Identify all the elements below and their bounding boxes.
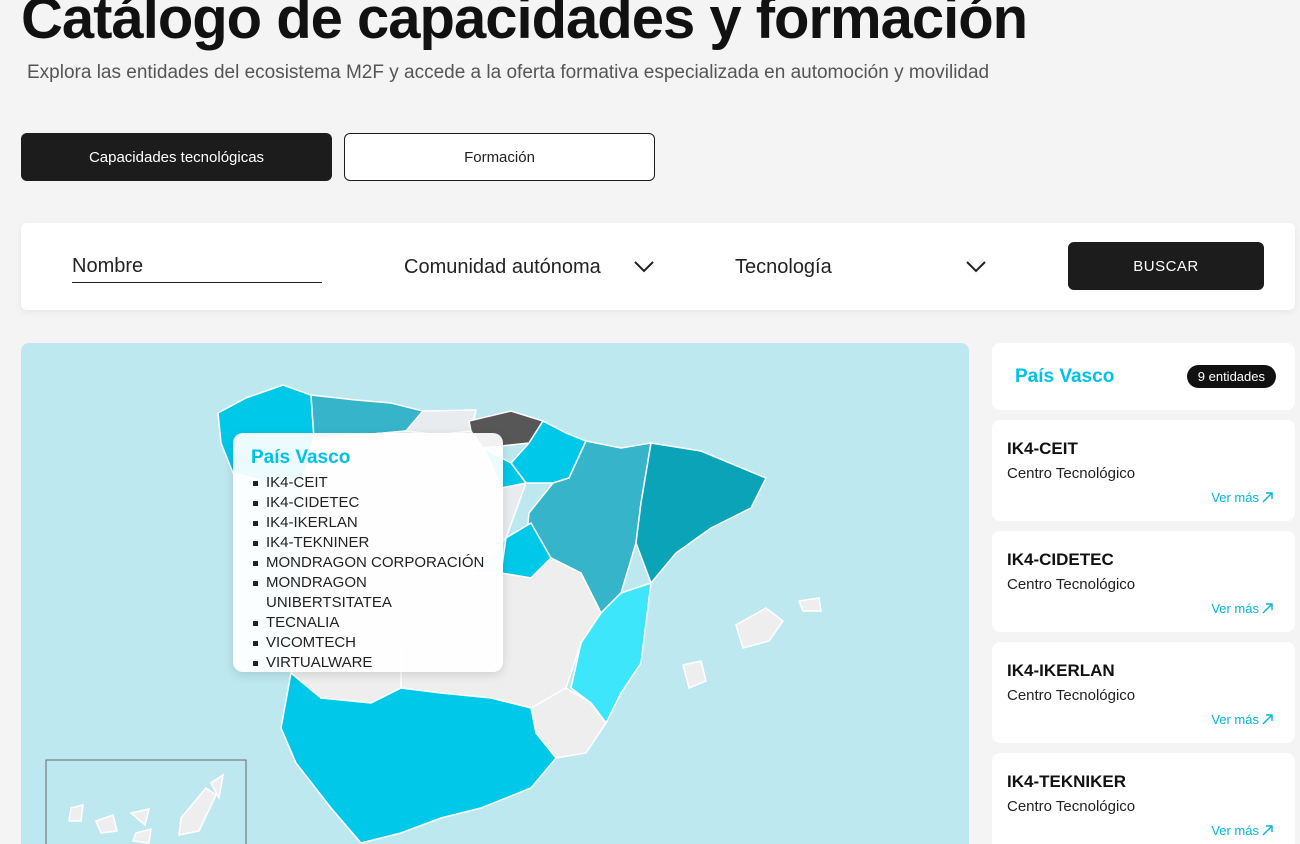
entity-count-badge: 9 entidades	[1186, 365, 1276, 388]
entity-card: IK4-IKERLAN Centro Tecnológico Ver más	[992, 642, 1295, 743]
tech-select[interactable]: Tecnología	[735, 249, 986, 285]
tooltip-item: IK4-CIDETEC	[251, 493, 485, 513]
entity-type: Centro Tecnológico	[1007, 576, 1136, 593]
arrow-up-right-icon	[1262, 492, 1273, 503]
entity-type: Centro Tecnológico	[1007, 687, 1136, 704]
entity-type: Centro Tecnológico	[1007, 465, 1136, 482]
region-baleares-ibiza[interactable]	[682, 660, 707, 690]
page-title: Catálogo de capacidades y formación	[21, 0, 1028, 51]
entity-card: IK4-CEIT Centro Tecnológico Ver más	[992, 420, 1295, 521]
entity-name: IK4-TEKNIKER	[1007, 772, 1127, 791]
tooltip-item: IK4-CEIT	[251, 473, 485, 493]
tooltip-item: VIRTUALWARE	[251, 653, 485, 673]
tooltip-item: IK4-TEKNINER	[251, 533, 485, 553]
entity-type: Centro Tecnológico	[1007, 798, 1136, 815]
spain-map: País Vasco IK4-CEIT IK4-CIDETEC IK4-IKER…	[21, 343, 969, 844]
tooltip-item: IK4-IKERLAN	[251, 513, 485, 533]
ver-mas-link[interactable]: Ver más	[1211, 601, 1273, 616]
entity-name: IK4-IKERLAN	[1007, 661, 1115, 680]
ccaa-select[interactable]: Comunidad autónoma	[404, 249, 654, 285]
ver-mas-label: Ver más	[1211, 712, 1259, 727]
page-subtitle: Explora las entidades del ecosistema M2F…	[27, 62, 990, 83]
sidebar-header: País Vasco 9 entidades	[992, 343, 1295, 410]
tab-capacidades[interactable]: Capacidades tecnológicas	[21, 133, 332, 181]
entity-name: IK4-CIDETEC	[1007, 550, 1114, 569]
region-tooltip: País Vasco IK4-CEIT IK4-CIDETEC IK4-IKER…	[233, 433, 503, 672]
tooltip-item: VICOMTECH	[251, 633, 485, 653]
name-input[interactable]	[72, 251, 322, 283]
region-baleares[interactable]	[735, 607, 785, 649]
tooltip-item: TECNALIA	[251, 613, 485, 633]
arrow-up-right-icon	[1262, 714, 1273, 725]
region-baleares-menorca[interactable]	[797, 597, 822, 612]
sidebar-region-title: País Vasco	[1015, 365, 1115, 387]
filter-bar: Comunidad autónoma Tecnología BUSCAR	[21, 223, 1295, 310]
arrow-up-right-icon	[1262, 603, 1273, 614]
tooltip-item: MONDRAGON CORPORACIÓN	[251, 553, 485, 573]
region-cataluna[interactable]	[635, 442, 768, 585]
ver-mas-link[interactable]: Ver más	[1211, 490, 1273, 505]
tab-formacion[interactable]: Formación	[344, 133, 655, 181]
search-button[interactable]: BUSCAR	[1068, 242, 1264, 290]
ver-mas-label: Ver más	[1211, 490, 1259, 505]
tooltip-title: País Vasco	[251, 447, 351, 468]
region-canarias[interactable]	[68, 773, 225, 844]
ccaa-select-label: Comunidad autónoma	[404, 255, 601, 278]
tech-select-label: Tecnología	[735, 255, 832, 278]
ver-mas-label: Ver más	[1211, 823, 1259, 838]
arrow-up-right-icon	[1262, 825, 1273, 836]
chevron-down-icon	[966, 261, 986, 273]
ver-mas-label: Ver más	[1211, 601, 1259, 616]
ver-mas-link[interactable]: Ver más	[1211, 712, 1273, 727]
entity-card: IK4-CIDETEC Centro Tecnológico Ver más	[992, 531, 1295, 632]
chevron-down-icon	[634, 261, 654, 273]
ver-mas-link[interactable]: Ver más	[1211, 823, 1273, 838]
entity-name: IK4-CEIT	[1007, 439, 1078, 458]
tooltip-item: MONDRAGON UNIBERTSITATEA	[251, 573, 485, 613]
entity-card: IK4-TEKNIKER Centro Tecnológico Ver más	[992, 753, 1295, 844]
tooltip-list: IK4-CEIT IK4-CIDETEC IK4-IKERLAN IK4-TEK…	[251, 473, 485, 673]
